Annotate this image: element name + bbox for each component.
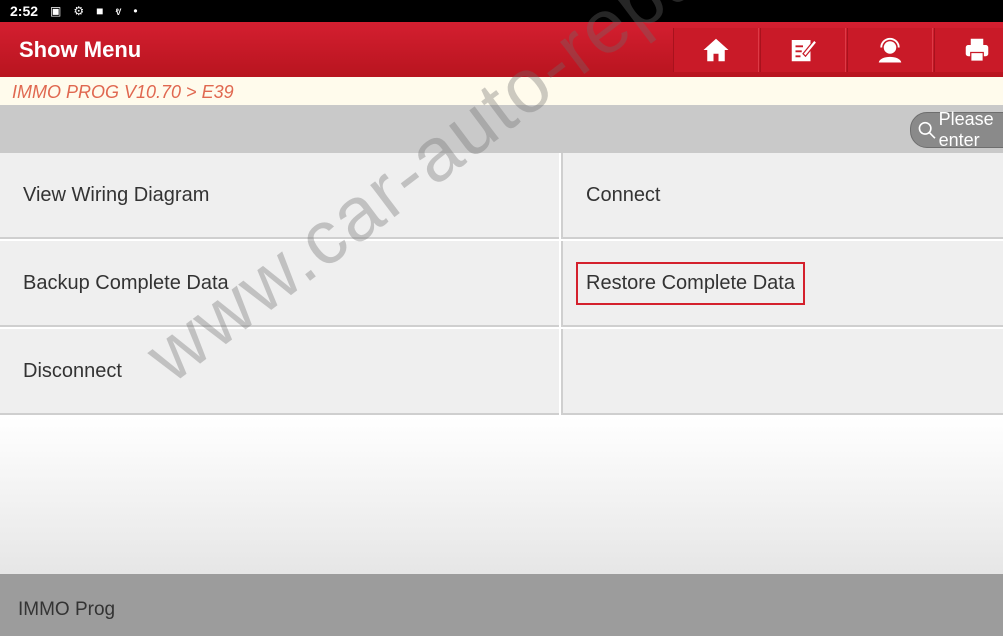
menu-item-disconnect[interactable]: Disconnect [0, 329, 559, 415]
dot-icon: • [133, 4, 138, 18]
footer: IMMO Prog [0, 574, 1003, 636]
support-icon [878, 37, 902, 63]
menu-item-empty [561, 329, 1003, 415]
camera-icon: ■ [96, 4, 104, 18]
empty-area [0, 417, 1003, 574]
print-button[interactable] [934, 28, 1003, 72]
edit-icon [791, 39, 818, 62]
search-icon [918, 121, 936, 139]
status-bar: 2:52 ▣ ⚙ ■ ⱴ • [0, 0, 1003, 22]
search-input[interactable]: Please enter [910, 109, 1003, 150]
footer-label: IMMO Prog [18, 599, 116, 620]
home-icon [703, 38, 729, 62]
gear-icon: ⚙ [73, 4, 85, 18]
clock: 2:52 [10, 3, 39, 19]
search-placeholder: Please enter [938, 109, 994, 150]
menu-item-view-wiring-diagram[interactable]: View Wiring Diagram [0, 153, 559, 239]
breadcrumb-text: IMMO PROG V10.70 > E39 [12, 82, 234, 102]
print-icon [965, 38, 989, 62]
stethoscope-icon: ⱴ [115, 4, 122, 18]
support-button[interactable] [847, 28, 933, 72]
menu-item-connect[interactable]: Connect [561, 153, 1003, 239]
page-title: Show Menu [19, 37, 142, 62]
breadcrumb: IMMO PROG V10.70 > E39 [0, 77, 1003, 105]
home-button[interactable] [673, 28, 759, 72]
menu-item-backup-complete-data[interactable]: Backup Complete Data [0, 241, 559, 327]
edit-button[interactable] [760, 28, 846, 72]
title-bar: Show Menu [0, 22, 1003, 77]
highlight-box: Restore Complete Data [576, 261, 805, 305]
image-icon: ▣ [50, 4, 62, 18]
search-bar: Please enter [0, 105, 1003, 153]
menu-item-restore-complete-data[interactable]: Restore Complete Data [561, 241, 1003, 327]
